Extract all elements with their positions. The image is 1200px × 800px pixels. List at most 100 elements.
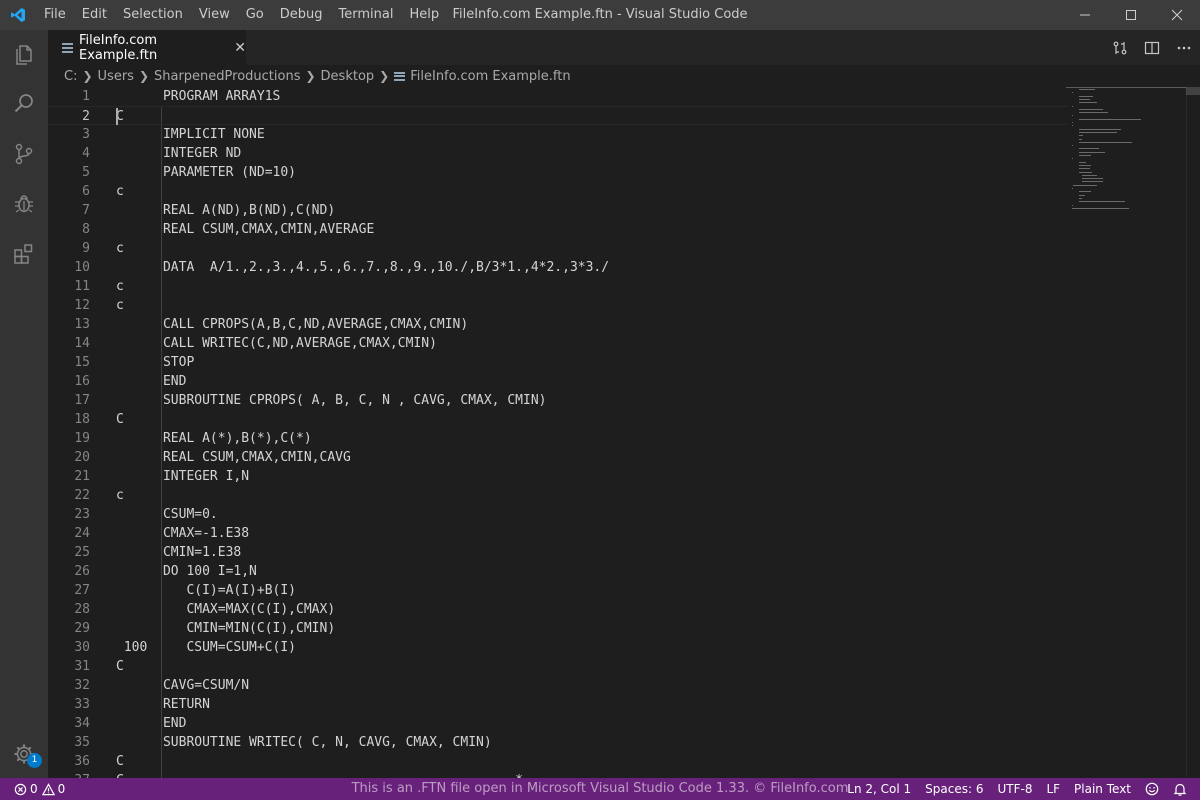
menu-item-help[interactable]: Help [401, 0, 447, 30]
minimap-viewport[interactable] [1066, 87, 1186, 91]
code-line[interactable]: 3 IMPLICIT NONE [48, 125, 1068, 144]
code-line[interactable]: 16 END [48, 372, 1068, 391]
minimap-line [1072, 158, 1074, 160]
tab-active-file[interactable]: FileInfo.com Example.ftn ✕ [48, 30, 246, 65]
scrollbar-thumb[interactable] [1186, 87, 1200, 95]
code-line[interactable]: 14 CALL WRITEC(C,ND,AVERAGE,CMAX,CMIN) [48, 334, 1068, 353]
code-line[interactable]: 30 100 CSUM=CSUM+C(I) [48, 638, 1068, 657]
code-line[interactable]: 29 CMIN=MIN(C(I),CMIN) [48, 619, 1068, 638]
minimap-line [1078, 95, 1093, 97]
menu-item-edit[interactable]: Edit [74, 0, 115, 30]
code-line[interactable]: 27 C(I)=A(I)+B(I) [48, 581, 1068, 600]
menu-item-terminal[interactable]: Terminal [331, 0, 402, 30]
code-line[interactable]: 17 SUBROUTINE CPROPS( A, B, C, N , CAVG,… [48, 391, 1068, 410]
code-line[interactable]: 15 STOP [48, 353, 1068, 372]
cursor-position[interactable]: Ln 2, Col 1 [840, 778, 918, 800]
code-line[interactable]: 12 c [48, 296, 1068, 315]
tab-bar: FileInfo.com Example.ftn ✕ [48, 30, 1200, 65]
minimap-line [1078, 171, 1092, 173]
manage-button[interactable]: 1 [0, 730, 48, 778]
line-number: 29 [74, 621, 90, 636]
code-text: C [116, 754, 124, 769]
source-control-button[interactable] [0, 130, 48, 178]
explorer-button[interactable] [0, 30, 48, 78]
code-line[interactable]: 7 REAL A(ND),B(ND),C(ND) [48, 201, 1068, 220]
code-line[interactable]: 34 END [48, 714, 1068, 733]
code-line[interactable]: 36 C [48, 752, 1068, 771]
code-line[interactable]: 21 INTEGER I,N [48, 467, 1068, 486]
code-line[interactable]: 31 C [48, 657, 1068, 676]
menu-item-selection[interactable]: Selection [115, 0, 191, 30]
code-line[interactable]: 18 C [48, 410, 1068, 429]
minimap-line [1078, 197, 1082, 199]
split-editor-button[interactable] [1136, 30, 1168, 65]
menu-item-file[interactable]: File [36, 0, 74, 30]
code-text: END [116, 374, 187, 389]
code-line[interactable]: 32 CAVG=CSUM/N [48, 676, 1068, 695]
chevron-right-icon: ❯ [305, 69, 316, 83]
minimize-button[interactable] [1062, 0, 1108, 30]
minimap[interactable] [1066, 87, 1186, 227]
line-number: 34 [74, 716, 90, 731]
code-line[interactable]: 25 CMIN=1.E38 [48, 543, 1068, 562]
code-line[interactable]: 37 C * [48, 771, 1068, 778]
code-line[interactable]: 24 CMAX=-1.E38 [48, 524, 1068, 543]
menu-item-view[interactable]: View [191, 0, 238, 30]
code-text: PARAMETER (ND=10) [116, 165, 297, 180]
menu-bar: File Edit Selection View Go Debug Terminal Help [36, 0, 447, 30]
indentation-setting[interactable]: Spaces: 6 [918, 778, 990, 800]
maximize-button[interactable] [1108, 0, 1154, 30]
code-line[interactable]: 26 DO 100 I=1,N [48, 562, 1068, 581]
minimap-line [1078, 168, 1090, 170]
breadcrumb-item-file[interactable]: FileInfo.com Example.ftn [410, 69, 570, 84]
split-editor-icon [1144, 41, 1160, 54]
code-line[interactable]: 2C [48, 106, 1068, 125]
code-text: CMAX=MAX(C(I),CMAX) [116, 602, 336, 617]
code-text: CMIN=1.E38 [116, 545, 242, 560]
minimap-line [1072, 122, 1074, 123]
code-line[interactable]: 23 CSUM=0. [48, 505, 1068, 524]
eol-setting[interactable]: LF [1039, 778, 1067, 800]
code-line[interactable]: 19 REAL A(*),B(*),C(*) [48, 429, 1068, 448]
search-button[interactable] [0, 80, 48, 128]
feedback-button[interactable] [1138, 778, 1166, 800]
warning-icon [41, 782, 55, 795]
breadcrumb-item-drive[interactable]: C: [64, 69, 77, 84]
close-button[interactable] [1154, 0, 1200, 30]
code-line[interactable]: 35 SUBROUTINE WRITEC( C, N, CAVG, CMAX, … [48, 733, 1068, 752]
extensions-button[interactable] [0, 230, 48, 278]
code-line[interactable]: 20 REAL CSUM,CMAX,CMIN,CAVG [48, 448, 1068, 467]
code-line[interactable]: 6c [48, 182, 1068, 201]
code-line[interactable]: 11 c [48, 277, 1068, 296]
open-changes-button[interactable] [1104, 30, 1136, 65]
menu-item-debug[interactable]: Debug [272, 0, 331, 30]
code-line[interactable]: 22 c [48, 486, 1068, 505]
debug-button[interactable] [0, 180, 48, 228]
menu-item-go[interactable]: Go [238, 0, 272, 30]
more-actions-button[interactable] [1168, 30, 1200, 65]
breadcrumb-item-users[interactable]: Users [98, 69, 134, 84]
code-line[interactable]: 8 REAL CSUM,CMAX,CMIN,AVERAGE [48, 220, 1068, 239]
code-line[interactable]: 28 CMAX=MAX(C(I),CMAX) [48, 600, 1068, 619]
tab-close-icon[interactable]: ✕ [234, 40, 246, 56]
tab-label: FileInfo.com Example.ftn [79, 32, 158, 63]
code-editor[interactable]: 1 PROGRAM ARRAY1S 2 C 3 IMPLICIT NONE 4 INTE… [48, 87, 1200, 778]
code-line[interactable]: 9c [48, 239, 1068, 258]
code-line[interactable]: 5 PARAMETER (ND=10) [48, 163, 1068, 182]
code-line[interactable]: 1 PROGRAM ARRAY1S [48, 87, 1068, 106]
breadcrumb-item-desktop[interactable]: Desktop [321, 69, 375, 84]
problems-indicator[interactable]: 0 0 [0, 778, 65, 800]
code-line[interactable]: 4 INTEGER ND [48, 144, 1068, 163]
notifications-button[interactable] [1166, 778, 1194, 800]
vertical-scrollbar[interactable] [1186, 87, 1200, 778]
code-text: DO 100 I=1,N [116, 564, 257, 579]
minimap-line [1081, 178, 1103, 180]
code-text: DATA A/1.,2.,3.,4.,5.,6.,7.,8.,9.,10./,B… [116, 260, 610, 275]
line-number: 30 [74, 640, 90, 655]
code-line[interactable]: 33 RETURN [48, 695, 1068, 714]
breadcrumb-item-user[interactable]: SharpenedProductions [154, 69, 300, 84]
language-mode[interactable]: Plain Text [1067, 778, 1138, 800]
encoding-setting[interactable]: UTF-8 [990, 778, 1039, 800]
code-line[interactable]: 10 DATA A/1.,2.,3.,4.,5.,6.,7.,8.,9.,10.… [48, 258, 1068, 277]
code-line[interactable]: 13 CALL CPROPS(A,B,C,ND,AVERAGE,CMAX,CMI… [48, 315, 1068, 334]
